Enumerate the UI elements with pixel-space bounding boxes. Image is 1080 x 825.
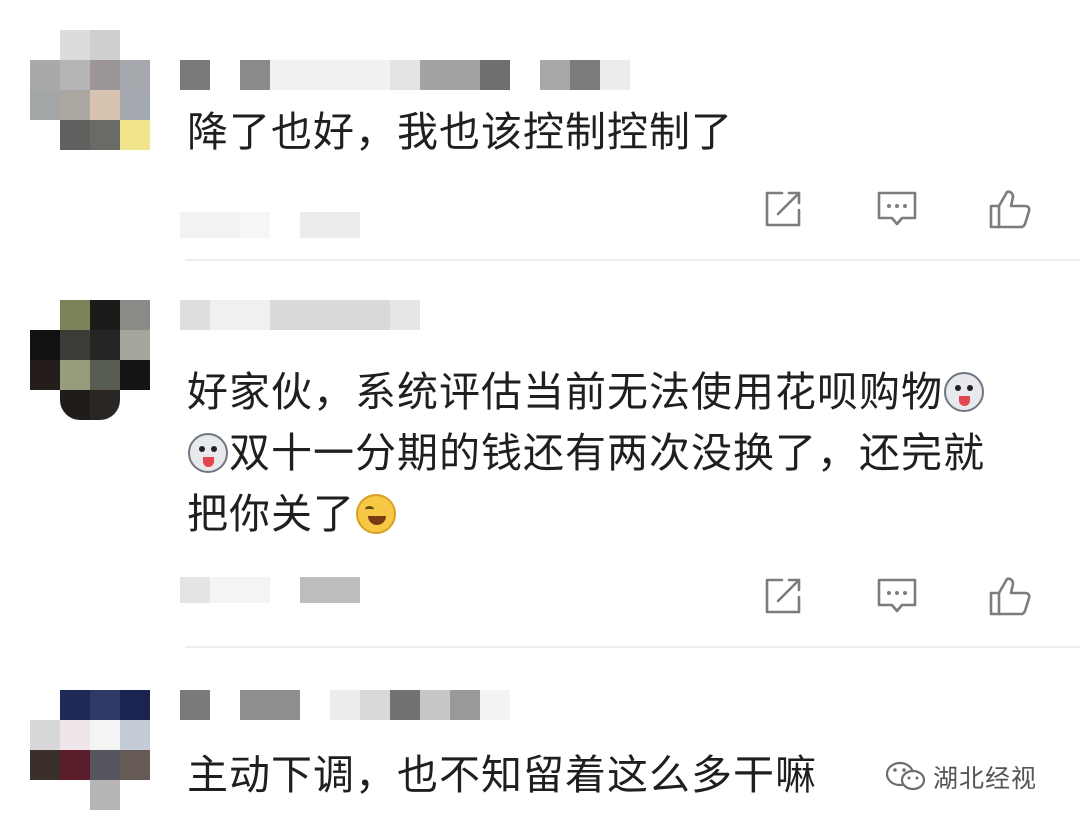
reply-icon[interactable] xyxy=(875,574,919,618)
comment-text: 好家伙，系统评估当前无法使用花呗购物 双十一分期的钱还有两次没换了，还完就 把你… xyxy=(187,362,1047,545)
comment-2: 好家伙，系统评估当前无法使用花呗购物 双十一分期的钱还有两次没换了，还完就 把你… xyxy=(0,262,1080,647)
username-redacted[interactable] xyxy=(180,300,640,330)
dog-emoji xyxy=(188,433,228,473)
divider xyxy=(185,259,1080,261)
comment-1: 降了也好，我也该控制控制了 xyxy=(0,0,1080,260)
avatar[interactable] xyxy=(30,300,150,420)
like-icon[interactable] xyxy=(988,574,1032,618)
avatar[interactable] xyxy=(30,690,150,810)
watermark-text: 湖北经视 xyxy=(933,764,1038,793)
username-redacted[interactable] xyxy=(180,60,640,90)
avatar[interactable] xyxy=(30,30,150,150)
like-icon[interactable] xyxy=(988,187,1032,231)
watermark: 湖北经视 xyxy=(885,755,1055,799)
share-icon[interactable] xyxy=(761,574,805,618)
comment-text-line-1: 好家伙，系统评估当前无法使用花呗购物 xyxy=(187,368,943,416)
comment-meta-redacted xyxy=(180,210,400,240)
username-redacted[interactable] xyxy=(180,690,640,720)
comment-text: 降了也好，我也该控制控制了 xyxy=(187,108,733,156)
dog-emoji xyxy=(944,372,984,412)
comment-text-line-3: 把你关了 xyxy=(187,490,355,538)
comment-text-line-2: 双十一分期的钱还有两次没换了，还完就 xyxy=(229,429,985,477)
comment-meta-redacted xyxy=(180,575,400,605)
share-icon[interactable] xyxy=(761,187,805,231)
laugh-cry-emoji xyxy=(356,494,396,534)
wechat-icon xyxy=(885,761,926,791)
divider xyxy=(185,646,1080,648)
reply-icon[interactable] xyxy=(875,187,919,231)
